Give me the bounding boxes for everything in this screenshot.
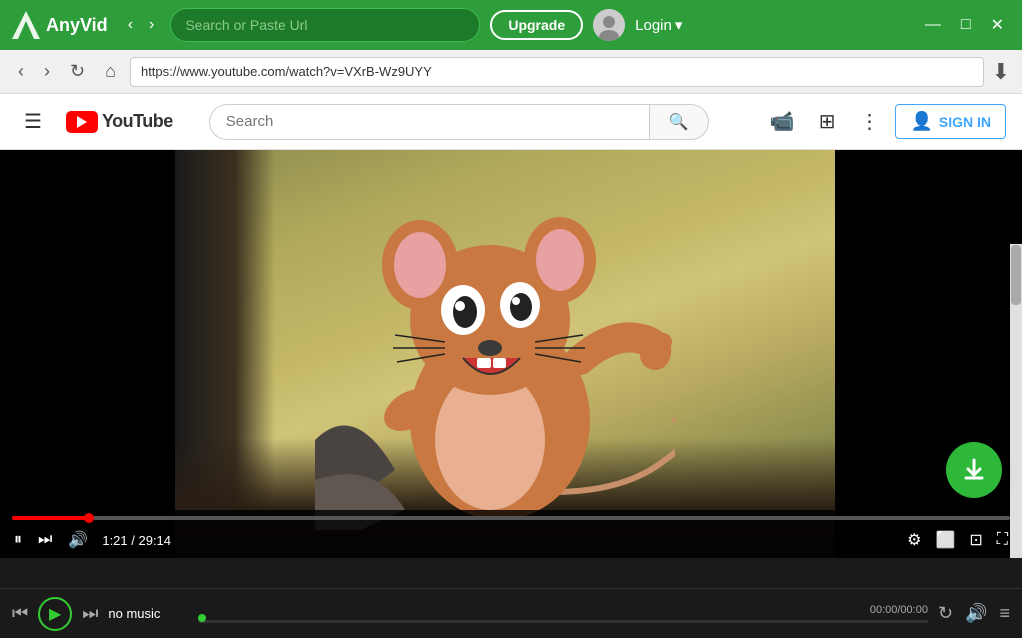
player-repeat-button[interactable]: ↻ bbox=[938, 603, 953, 624]
avatar-icon bbox=[593, 9, 625, 41]
nav-arrows: ‹ › bbox=[122, 12, 161, 38]
app-name: AnyVid bbox=[46, 15, 108, 36]
progress-dot bbox=[84, 513, 94, 523]
url-bar[interactable]: https://www.youtube.com/watch?v=VXrB-Wz9… bbox=[130, 57, 984, 87]
video-controls: ⏸ ⏭ 🔊 1:21 / 29:14 ⚙ ⬜ ⊡ ⛶ bbox=[0, 510, 1022, 558]
youtube-video-icon-button[interactable]: 📹 bbox=[762, 101, 803, 142]
fullscreen-button[interactable]: ⛶ bbox=[995, 529, 1010, 551]
upgrade-button[interactable]: Upgrade bbox=[490, 10, 583, 40]
bottom-player: ⏮ ▶ ⏭ no music 00:00/00:00 ↻ 🔊 ≡ bbox=[0, 588, 1022, 638]
youtube-logo-text: YouTube bbox=[102, 111, 173, 132]
player-next-button[interactable]: ⏭ bbox=[82, 603, 98, 624]
pip-button[interactable]: ⊡ bbox=[967, 528, 984, 552]
youtube-signin-button[interactable]: 👤 SIGN IN bbox=[895, 104, 1006, 139]
refresh-button[interactable]: ↻ bbox=[64, 57, 91, 86]
youtube-nav: ☰ YouTube 🔍 📹 ⊞ ⋮ 👤 SIGN IN bbox=[0, 94, 1022, 150]
theater-mode-button[interactable]: ⬜ bbox=[933, 528, 957, 552]
download-fab-button[interactable] bbox=[946, 442, 1002, 498]
nav-forward-button[interactable]: › bbox=[143, 12, 160, 38]
window-controls: — □ ✕ bbox=[919, 13, 1010, 37]
video-left-bar bbox=[0, 150, 175, 558]
youtube-search-input[interactable] bbox=[209, 104, 649, 140]
player-volume-button[interactable]: 🔊 bbox=[965, 603, 987, 624]
player-play-button[interactable]: ▶ bbox=[38, 597, 72, 631]
home-button[interactable]: ⌂ bbox=[99, 57, 122, 86]
video-right-bar bbox=[835, 150, 1022, 558]
youtube-search-button[interactable]: 🔍 bbox=[649, 104, 709, 140]
time-display: 1:21 / 29:14 bbox=[102, 533, 171, 548]
player-playlist-button[interactable]: ≡ bbox=[999, 603, 1010, 624]
player-right-icons: ↻ 🔊 ≡ bbox=[938, 603, 1010, 624]
player-track-name: no music bbox=[108, 606, 188, 621]
video-container: ⏸ ⏭ 🔊 1:21 / 29:14 ⚙ ⬜ ⊡ ⛶ bbox=[0, 150, 1022, 558]
app-logo: AnyVid bbox=[12, 11, 108, 39]
top-bar: AnyVid ‹ › Upgrade Login ▾ — □ ✕ bbox=[0, 0, 1022, 50]
minimize-button[interactable]: — bbox=[919, 13, 947, 37]
youtube-play-icon bbox=[77, 116, 87, 128]
hamburger-menu-button[interactable]: ☰ bbox=[16, 101, 50, 142]
video-content bbox=[0, 150, 1022, 558]
player-progress-bar[interactable]: 00:00/00:00 bbox=[198, 604, 928, 623]
next-frame-button[interactable]: ⏭ bbox=[36, 529, 54, 551]
player-track-info: no music bbox=[108, 606, 188, 621]
login-button[interactable]: Login ▾ bbox=[635, 16, 682, 34]
youtube-more-button[interactable]: ⋮ bbox=[851, 101, 887, 142]
youtube-grid-icon-button[interactable]: ⊞ bbox=[811, 101, 844, 142]
nav-back-button[interactable]: ‹ bbox=[122, 12, 139, 38]
settings-button[interactable]: ⚙ bbox=[905, 528, 923, 552]
player-time-display: 00:00/00:00 bbox=[198, 604, 928, 616]
logo-icon bbox=[12, 11, 40, 39]
chevron-down-icon: ▾ bbox=[675, 16, 683, 34]
scrollbar-thumb[interactable] bbox=[1011, 245, 1021, 305]
controls-row: ⏸ ⏭ 🔊 1:21 / 29:14 ⚙ ⬜ ⊡ ⛶ bbox=[12, 528, 1010, 552]
maximize-button[interactable]: □ bbox=[955, 13, 977, 37]
scrollbar-track bbox=[1010, 244, 1022, 558]
browser-bar: ‹ › ↻ ⌂ https://www.youtube.com/watch?v=… bbox=[0, 50, 1022, 94]
player-prev-button[interactable]: ⏮ bbox=[12, 603, 28, 624]
signin-icon: 👤 bbox=[910, 111, 932, 132]
browser-back-button[interactable]: ‹ bbox=[12, 57, 30, 86]
volume-button[interactable]: 🔊 bbox=[66, 528, 90, 552]
play-pause-button[interactable]: ⏸ bbox=[12, 529, 24, 551]
close-button[interactable]: ✕ bbox=[985, 13, 1010, 37]
search-input[interactable] bbox=[185, 17, 465, 33]
url-text: https://www.youtube.com/watch?v=VXrB-Wz9… bbox=[141, 64, 432, 79]
youtube-logo: YouTube bbox=[66, 111, 173, 133]
youtube-logo-icon bbox=[66, 111, 98, 133]
youtube-right-icons: 📹 ⊞ ⋮ 👤 SIGN IN bbox=[762, 101, 1006, 142]
youtube-search-form: 🔍 bbox=[209, 104, 709, 140]
download-fab-icon bbox=[960, 456, 988, 484]
cartoon-frame[interactable] bbox=[175, 150, 835, 558]
browser-download-button[interactable]: ⬇ bbox=[992, 59, 1010, 85]
player-bar-outer bbox=[198, 620, 928, 623]
avatar bbox=[593, 9, 625, 41]
controls-right: ⚙ ⬜ ⊡ ⛶ bbox=[905, 528, 1010, 552]
player-bar-dot bbox=[198, 614, 206, 622]
progress-bar[interactable] bbox=[12, 516, 1010, 520]
browser-forward-button[interactable]: › bbox=[38, 57, 56, 86]
search-bar bbox=[170, 8, 480, 42]
jerry-mouse-svg bbox=[315, 180, 675, 530]
progress-bar-fill bbox=[12, 516, 89, 520]
